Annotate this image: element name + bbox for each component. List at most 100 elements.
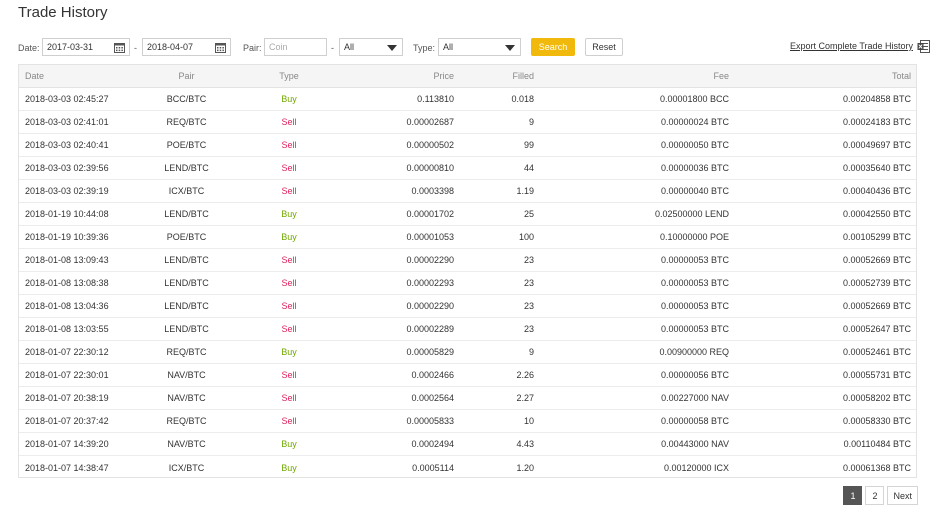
trade-fee: 0.00001800 BCC [659,94,729,104]
trade-type: Sell [281,255,297,265]
coin-placeholder: Coin [269,42,288,52]
trade-price: 0.0003398 [411,186,454,196]
table-row: 2018-01-07 20:38:19 NAV/BTC Sell 0.0002564 2… [19,387,916,410]
trade-date: 2018-01-08 13:03:55 [25,324,109,334]
export-history-link[interactable]: Export Complete Trade History [790,41,913,51]
table-row: 2018-01-07 14:39:20 NAV/BTC Buy 0.0002494 4.… [19,433,916,456]
trade-pair: BCC/BTC [166,94,207,104]
trade-type: Buy [281,209,297,219]
table-row: 2018-01-08 13:08:38 LEND/BTC Sell 0.0000229… [19,272,916,295]
page-1-button[interactable]: 1 [843,486,863,505]
trade-fee: 0.00000053 BTC [660,301,729,311]
trade-fee: 0.00000040 BTC [660,186,729,196]
table-row: 2018-03-03 02:45:27 BCC/BTC Buy 0.113810 0.0… [19,88,916,111]
trade-type: Sell [281,370,297,380]
pagination: 1 2 Next [843,486,918,505]
trade-price: 0.00002290 [406,255,454,265]
trade-type: Sell [281,140,297,150]
pair-select[interactable]: All [339,38,403,56]
coin-input[interactable]: Coin [264,38,327,56]
table-row: 2018-01-19 10:44:08 LEND/BTC Buy 0.00001702… [19,203,916,226]
trade-pair: REQ/BTC [166,347,207,357]
trade-fee: 0.00900000 REQ [659,347,729,357]
trade-date: 2018-03-03 02:45:27 [25,94,109,104]
trade-fee: 0.00000036 BTC [660,163,729,173]
trade-type: Sell [281,393,297,403]
trade-date: 2018-03-03 02:39:19 [25,186,109,196]
trade-pair: NAV/BTC [167,370,206,380]
trade-date: 2018-01-19 10:39:36 [25,232,109,242]
trade-fee: 0.00000024 BTC [660,117,729,127]
trade-total: 0.00061368 BTC [842,462,911,473]
excel-export-icon[interactable] [917,40,930,53]
trade-price: 0.00002290 [406,301,454,311]
trade-price: 0.00005829 [406,347,454,357]
trade-fee: 0.10000000 POE [659,232,729,242]
table-row: 2018-01-08 13:04:36 LEND/BTC Sell 0.0000229… [19,295,916,318]
calendar-icon[interactable] [215,42,226,53]
trade-date: 2018-01-19 10:44:08 [25,209,109,219]
next-page-button[interactable]: Next [887,486,918,505]
chevron-down-icon [387,45,397,51]
trade-date: 2018-01-08 13:04:36 [25,301,109,311]
trade-total: 0.00035640 BTC [842,163,911,173]
header-pair: Pair [178,71,195,81]
trade-fee: 0.00227000 NAV [661,393,729,403]
trade-filled: 23 [523,278,534,288]
trade-date: 2018-01-07 20:37:42 [25,416,109,426]
trade-type: Sell [281,163,297,173]
trade-filled: 99 [523,140,534,150]
trade-filled: 1.20 [516,462,534,473]
trade-pair: LEND/BTC [164,163,209,173]
header-fee: Fee [713,71,729,81]
chevron-down-icon [505,45,515,51]
trade-fee: 0.00000058 BTC [660,416,729,426]
table-row: 2018-03-03 02:39:19 ICX/BTC Sell 0.0003398 1… [19,180,916,203]
trade-filled: 9 [528,117,534,127]
date-label: Date: [18,43,40,53]
trade-price: 0.0005114 [412,462,454,473]
date-from-input[interactable]: 2017-03-31 [42,38,130,56]
type-select[interactable]: All [438,38,521,56]
trade-history-table: Date Pair Type Price Filled Fee Total 20… [18,64,917,478]
trade-type: Sell [281,416,297,426]
trade-fee: 0.00000053 BTC [660,255,729,265]
trade-fee: 0.00443000 NAV [661,439,729,449]
trade-fee: 0.00000053 BTC [660,278,729,288]
table-row: 2018-01-07 14:38:47 ICX/BTC Buy 0.0005114 1.… [19,456,916,479]
trade-date: 2018-01-08 13:09:43 [25,255,109,265]
date-to-input[interactable]: 2018-04-07 [142,38,231,56]
trade-filled: 2.26 [516,370,534,380]
calendar-icon[interactable] [114,42,125,53]
trade-filled: 9 [528,347,534,357]
header-type: Type [279,71,299,81]
trade-filled: 25 [523,209,534,219]
trade-pair: LEND/BTC [164,324,209,334]
trade-fee: 0.00000050 BTC [660,140,729,150]
trade-type: Buy [281,347,297,357]
search-button[interactable]: Search [531,38,575,56]
trade-pair: NAV/BTC [167,439,206,449]
reset-button[interactable]: Reset [585,38,623,56]
trade-price: 0.00002293 [406,278,454,288]
trade-pair: REQ/BTC [166,117,207,127]
trade-fee: 0.00120000 ICX [663,462,729,473]
trade-date: 2018-03-03 02:41:01 [25,117,109,127]
header-price: Price [433,71,454,81]
trade-pair: LEND/BTC [164,255,209,265]
trade-date: 2018-03-03 02:39:56 [25,163,109,173]
table-row: 2018-01-07 22:30:12 REQ/BTC Buy 0.00005829 9… [19,341,916,364]
type-label: Type: [413,43,436,53]
trade-price: 0.0002466 [411,370,454,380]
trade-price: 0.00001053 [406,232,454,242]
trade-total: 0.00042550 BTC [842,209,911,219]
table-row: 2018-03-03 02:41:01 REQ/BTC Sell 0.00002687… [19,111,916,134]
date-from-value: 2017-03-31 [47,42,94,52]
trade-price: 0.0002494 [411,439,454,449]
trade-total: 0.00052647 BTC [842,324,911,334]
trade-date: 2018-01-07 14:38:47 [25,462,109,473]
page-2-button[interactable]: 2 [865,486,885,505]
trade-date: 2018-03-03 02:40:41 [25,140,109,150]
trade-pair: POE/BTC [166,140,207,150]
trade-type: Sell [281,301,297,311]
